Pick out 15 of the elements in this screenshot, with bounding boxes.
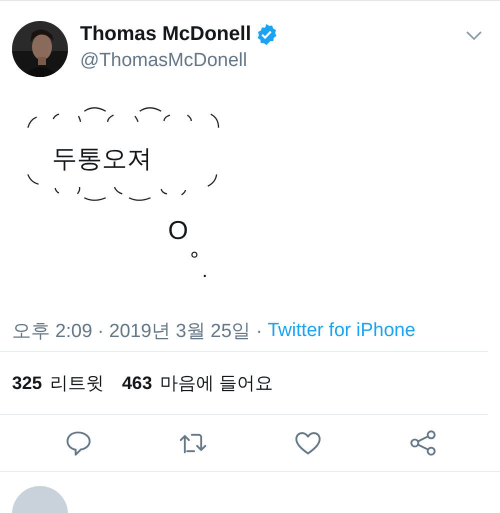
tweet-text: O xyxy=(168,217,190,243)
tweet-text: ° xyxy=(190,249,200,271)
stat-count[interactable]: 463 xyxy=(122,373,152,393)
author-name: Thomas McDonell xyxy=(80,23,252,46)
reply-icon[interactable] xyxy=(64,429,92,457)
share-icon[interactable] xyxy=(408,429,436,457)
stat-label[interactable]: 리트윗 xyxy=(50,373,104,393)
stat-label[interactable]: 마음에 들어요 xyxy=(160,373,274,393)
stat-count[interactable]: 325 xyxy=(12,373,42,393)
heart-icon[interactable] xyxy=(294,429,322,457)
chevron-down-icon[interactable] xyxy=(466,31,482,41)
author-handle[interactable]: @ThomasMcDonell xyxy=(80,50,466,72)
tweet-timestamp: 오후 2:09 · 2019년 3월 25일 · xyxy=(12,320,264,344)
tweet-text: . xyxy=(202,261,209,281)
tweet-text: 두통오져 xyxy=(52,144,152,174)
